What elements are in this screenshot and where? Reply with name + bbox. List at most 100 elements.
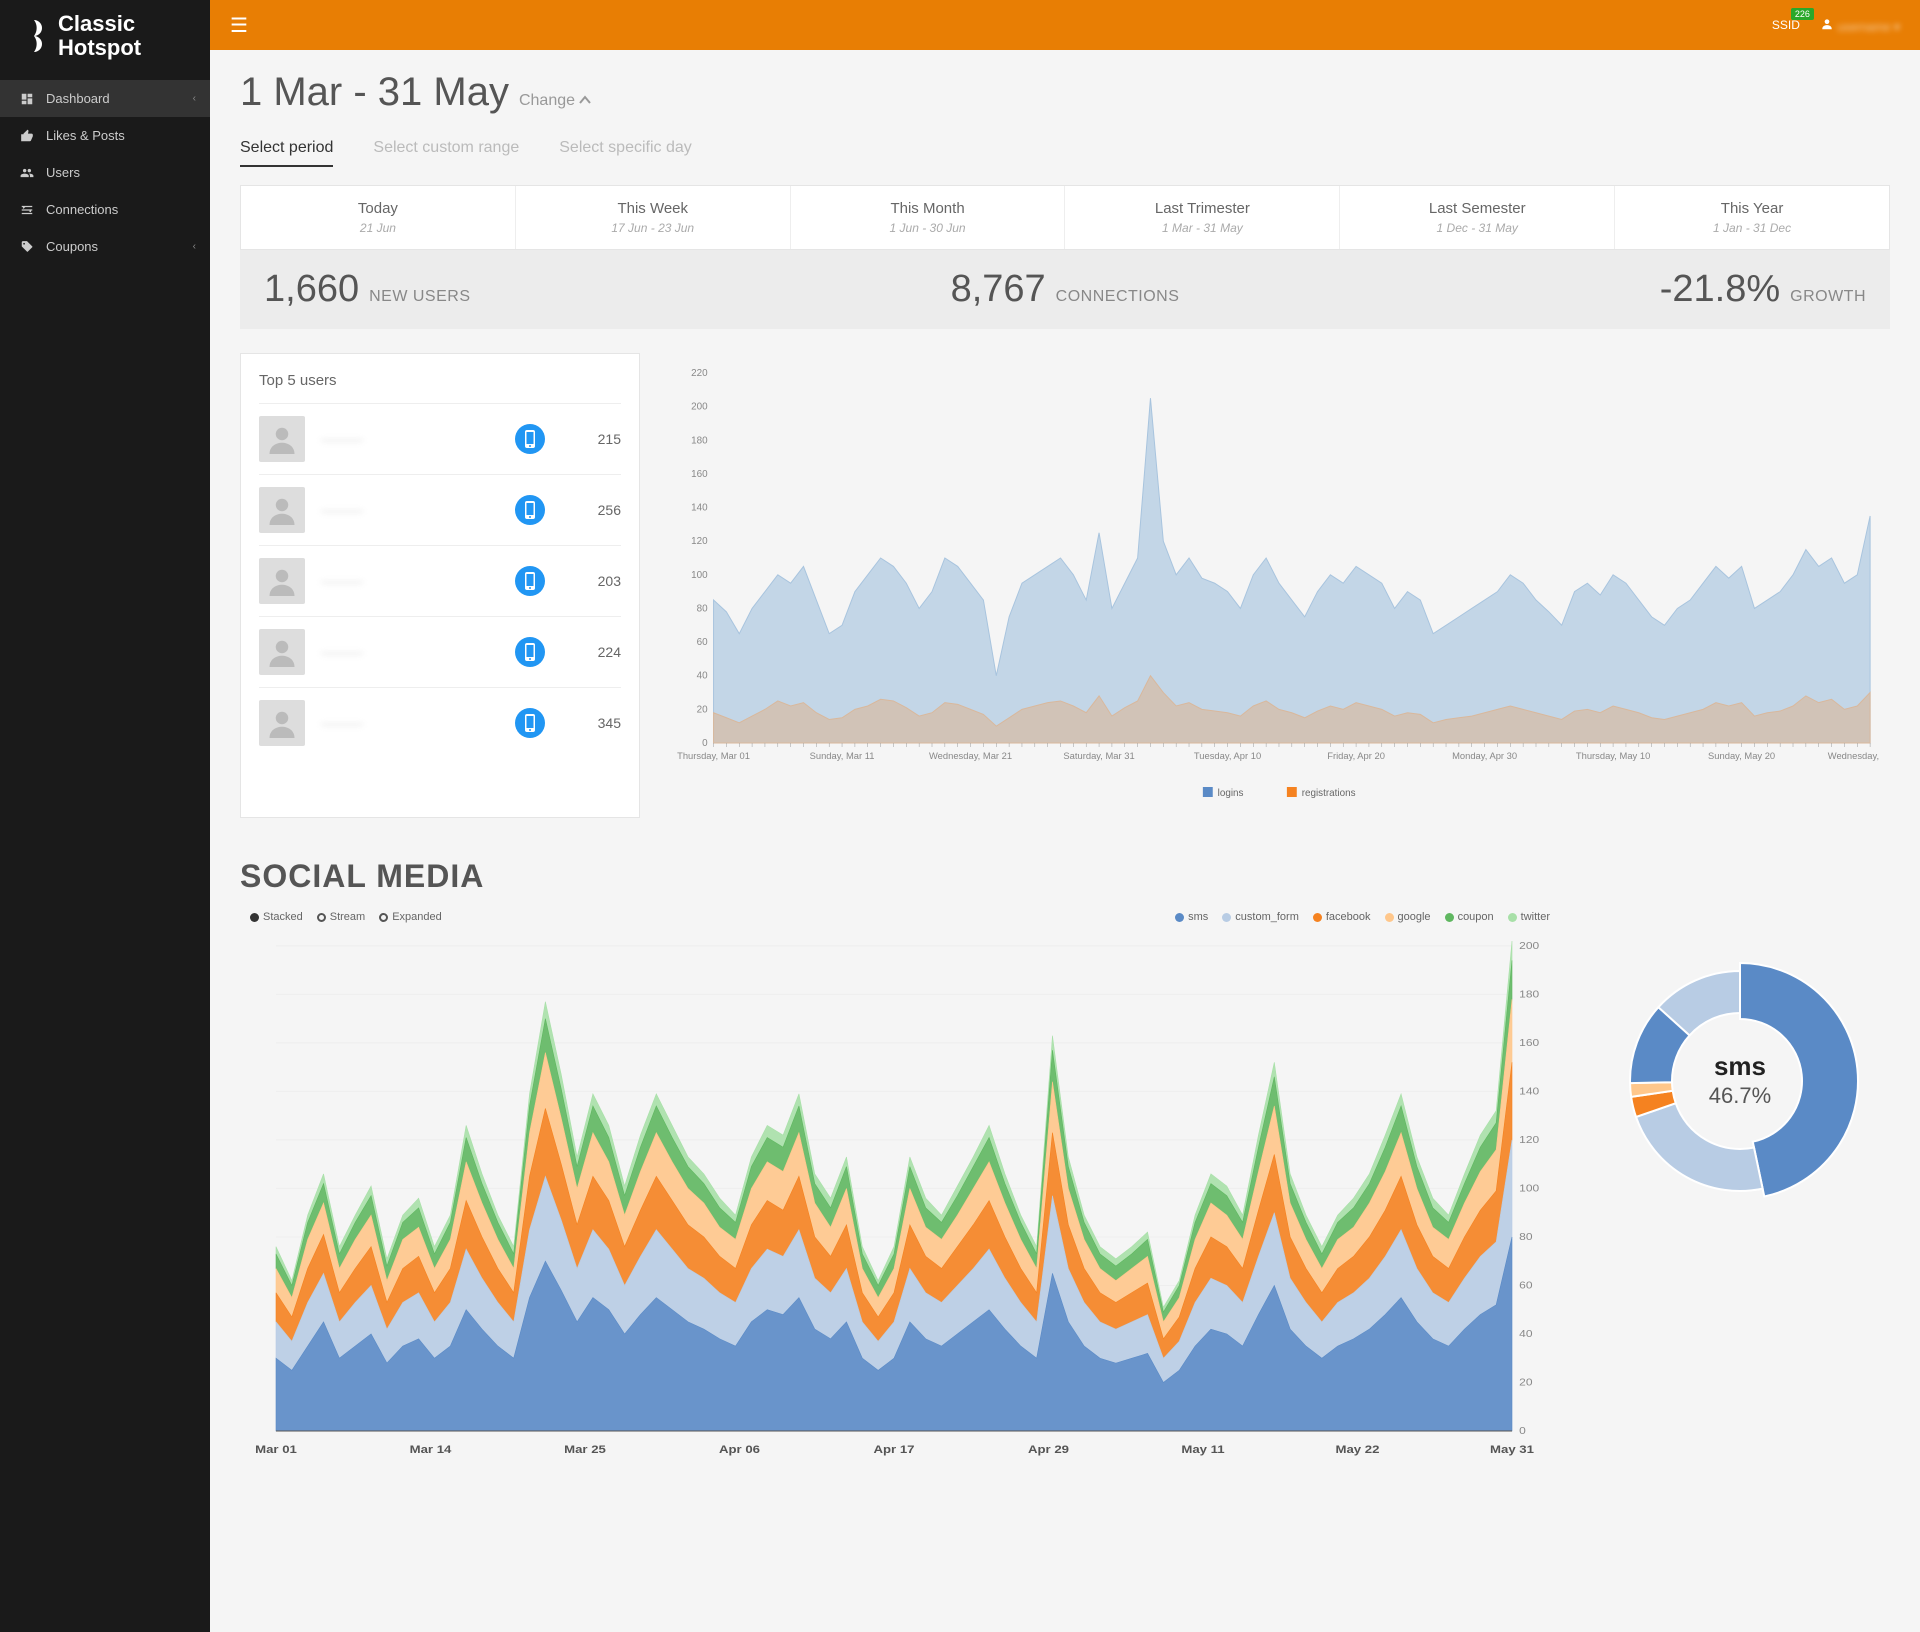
svg-text:May 22: May 22 [1336, 1443, 1380, 1456]
svg-text:Mar 25: Mar 25 [564, 1443, 606, 1456]
svg-text:160: 160 [1519, 1038, 1539, 1049]
period-preset-this-week[interactable]: This Week17 Jun - 23 Jun [516, 186, 791, 249]
top-5-users-card: Top 5 users ———215———256———203———224———3… [240, 353, 640, 818]
avatar [259, 416, 305, 462]
svg-text:sms: sms [1714, 1051, 1766, 1081]
svg-text:80: 80 [1519, 1232, 1532, 1243]
thumb-icon [20, 129, 34, 143]
svg-text:100: 100 [691, 570, 708, 581]
stack-mode-expanded[interactable]: Expanded [379, 911, 442, 923]
period-preset-today[interactable]: Today21 Jun [241, 186, 516, 249]
logins-chart: 020406080100120140160180200220Thursday, … [664, 353, 1890, 818]
svg-text:120: 120 [1519, 1135, 1539, 1146]
top-user-row[interactable]: ———224 [259, 616, 621, 687]
social-media-heading: SOCIAL MEDIA [240, 858, 1890, 895]
svg-text:May 11: May 11 [1181, 1443, 1224, 1456]
svg-text:140: 140 [691, 502, 708, 513]
phone-icon [515, 708, 545, 738]
dashboard-icon [20, 92, 34, 106]
svg-text:Sunday, Mar 11: Sunday, Mar 11 [810, 751, 875, 762]
period-preset-this-year[interactable]: This Year1 Jan - 31 Dec [1615, 186, 1889, 249]
top-user-row[interactable]: ———203 [259, 545, 621, 616]
svg-text:Tuesday, Apr 10: Tuesday, Apr 10 [1194, 751, 1261, 762]
ssid-badge[interactable]: SSID 226 [1772, 18, 1800, 32]
svg-text:Apr 29: Apr 29 [1028, 1443, 1069, 1456]
svg-text:0: 0 [702, 738, 708, 749]
svg-text:20: 20 [1519, 1377, 1532, 1388]
stack-mode-stream[interactable]: Stream [317, 911, 365, 923]
svg-text:registrations: registrations [1302, 788, 1356, 799]
top-user-row[interactable]: ———215 [259, 403, 621, 474]
legend-google[interactable]: google [1385, 911, 1431, 923]
sidebar-item-connections[interactable]: Connections [0, 191, 210, 228]
menu-toggle-icon[interactable]: ☰ [230, 13, 248, 38]
social-stacked-chart: Stacked Stream Expanded sms custom_form face… [240, 911, 1560, 1466]
social-donut-chart: sms46.7% [1590, 911, 1890, 1466]
legend-sms[interactable]: sms [1175, 911, 1208, 923]
period-tabs: Select period Select custom range Select s… [240, 139, 1890, 167]
svg-text:200: 200 [1519, 941, 1539, 952]
ssid-count-badge: 226 [1791, 8, 1814, 20]
top-user-row[interactable]: ———345 [259, 687, 621, 758]
topbar: ☰ SSID 226 username ▾ [0, 0, 1920, 50]
metric-new-users: 1,660NEW USERS [264, 268, 798, 311]
period-tab-0[interactable]: Select period [240, 139, 333, 167]
chevron-left-icon: ‹ [193, 241, 196, 252]
svg-text:Mar 01: Mar 01 [255, 1443, 297, 1456]
phone-icon [515, 637, 545, 667]
svg-text:46.7%: 46.7% [1709, 1083, 1771, 1108]
stack-mode-stacked[interactable]: Stacked [250, 911, 303, 923]
period-presets: Today21 JunThis Week17 Jun - 23 JunThis … [240, 185, 1890, 250]
phone-icon [515, 495, 545, 525]
legend-coupon[interactable]: coupon [1445, 911, 1494, 923]
sidebar: ClassicHotspot Dashboard‹Likes & PostsUs… [0, 0, 210, 1632]
main-content: 1 Mar - 31 May Change Select periodSelec… [210, 0, 1920, 1632]
page-title: 1 Mar - 31 May Change [240, 70, 1890, 115]
sidebar-item-users[interactable]: Users [0, 154, 210, 191]
period-preset-last-semester[interactable]: Last Semester1 Dec - 31 May [1340, 186, 1615, 249]
svg-text:60: 60 [697, 637, 708, 648]
svg-text:180: 180 [691, 435, 708, 446]
avatar [259, 629, 305, 675]
sidebar-item-likes-posts[interactable]: Likes & Posts [0, 117, 210, 154]
change-period-link[interactable]: Change [519, 92, 592, 110]
svg-text:Wednesday, May 31: Wednesday, May 31 [1828, 751, 1880, 762]
svg-text:Saturday, Mar 31: Saturday, Mar 31 [1063, 751, 1134, 762]
svg-text:May 31: May 31 [1490, 1443, 1534, 1456]
svg-text:60: 60 [1519, 1280, 1532, 1291]
svg-text:220: 220 [691, 368, 708, 379]
period-tab-2[interactable]: Select specific day [559, 139, 692, 167]
app-logo: ClassicHotspot [0, 0, 210, 72]
svg-text:Wednesday, Mar 21: Wednesday, Mar 21 [929, 751, 1012, 762]
connections-icon [20, 203, 34, 217]
period-preset-last-trimester[interactable]: Last Trimester1 Mar - 31 May [1065, 186, 1340, 249]
svg-text:Mar 14: Mar 14 [410, 1443, 452, 1456]
svg-text:Sunday, May 20: Sunday, May 20 [1708, 751, 1775, 762]
svg-text:Monday, Apr 30: Monday, Apr 30 [1452, 751, 1517, 762]
svg-text:Friday, Apr 20: Friday, Apr 20 [1327, 751, 1385, 762]
svg-text:160: 160 [691, 469, 708, 480]
svg-text:40: 40 [1519, 1329, 1532, 1340]
svg-text:120: 120 [691, 536, 708, 547]
sidebar-item-dashboard[interactable]: Dashboard‹ [0, 80, 210, 117]
legend-twitter[interactable]: twitter [1508, 911, 1550, 923]
legend-facebook[interactable]: facebook [1313, 911, 1371, 923]
tag-icon [20, 240, 34, 254]
svg-text:80: 80 [697, 603, 708, 614]
svg-text:Apr 17: Apr 17 [873, 1443, 914, 1456]
avatar [259, 700, 305, 746]
phone-icon [515, 424, 545, 454]
logo-icon [20, 20, 48, 52]
svg-text:200: 200 [691, 402, 708, 413]
period-tab-1[interactable]: Select custom range [373, 139, 519, 167]
avatar [259, 487, 305, 533]
svg-text:Apr 06: Apr 06 [719, 1443, 760, 1456]
period-preset-this-month[interactable]: This Month1 Jun - 30 Jun [791, 186, 1066, 249]
svg-text:logins: logins [1218, 788, 1244, 799]
svg-text:Thursday, May 10: Thursday, May 10 [1576, 751, 1650, 762]
sidebar-item-coupons[interactable]: Coupons‹ [0, 228, 210, 265]
svg-text:180: 180 [1519, 989, 1539, 1000]
legend-custom_form[interactable]: custom_form [1222, 911, 1299, 923]
user-menu[interactable]: username ▾ [1820, 17, 1900, 34]
top-user-row[interactable]: ———256 [259, 474, 621, 545]
